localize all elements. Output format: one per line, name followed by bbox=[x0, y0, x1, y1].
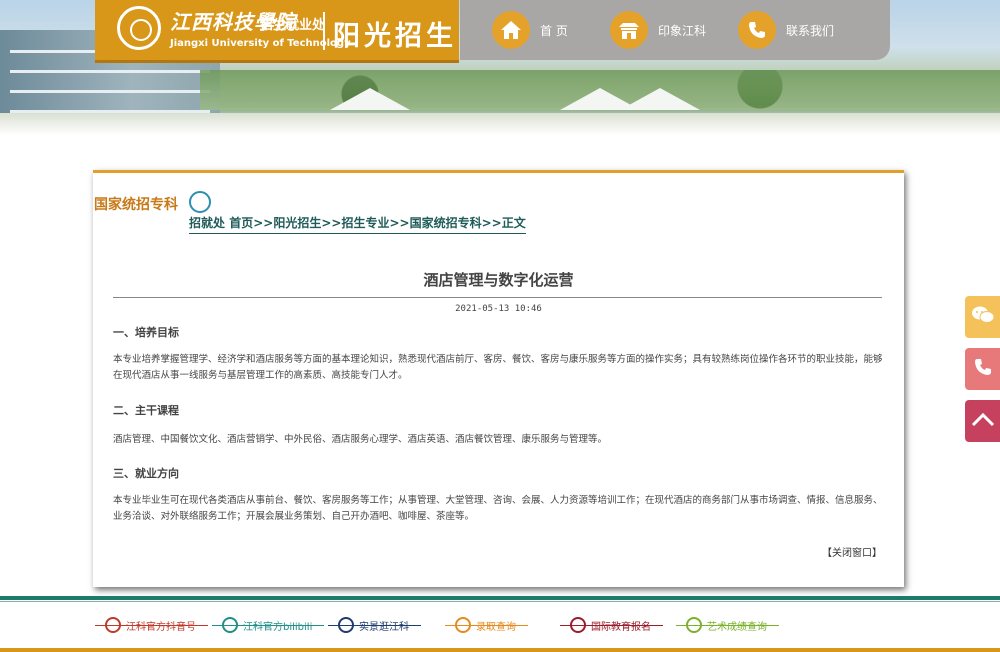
back-to-top-button[interactable] bbox=[965, 400, 1000, 442]
tent-canopy-image bbox=[330, 88, 410, 110]
building-icon bbox=[610, 11, 648, 49]
nav-impression-label: 印象江科 bbox=[658, 23, 707, 38]
nav-impression[interactable]: 印象江科 bbox=[610, 10, 706, 50]
footer-link-art-score[interactable]: 艺术成绩查询 bbox=[676, 614, 779, 636]
article-date: 2021-05-13 10:46 bbox=[455, 304, 542, 314]
nav-home[interactable]: 首 页 bbox=[492, 10, 568, 50]
school-emblem-icon bbox=[117, 6, 161, 50]
section-body: 酒店管理、中国餐饮文化、酒店营销学、中外民俗、酒店服务心理学、酒店英语、酒店餐饮… bbox=[113, 434, 608, 445]
home-icon bbox=[492, 11, 530, 49]
close-window-link[interactable]: 【关闭窗口】 bbox=[822, 544, 882, 559]
back-to-top-icon bbox=[971, 411, 995, 431]
breadcrumb-item[interactable]: 招生专业 bbox=[341, 216, 389, 230]
section-heading: 二、主干课程 bbox=[113, 404, 179, 417]
section-body: 本专业培养掌握管理学、经济学和酒店服务等方面的基本理论知识，熟悉现代酒店前厅、客… bbox=[113, 354, 883, 381]
article-panel: 国家统招专科 招就处 首页>>阳光招生>>招生专业>>国家统招专科>>正文 酒店… bbox=[93, 170, 904, 587]
breadcrumb-separator: >> bbox=[321, 216, 342, 230]
wechat-icon bbox=[971, 305, 995, 329]
section-heading: 一、培养目标 bbox=[113, 326, 179, 339]
article-title: 酒店管理与数字化运营 bbox=[423, 271, 574, 289]
site-logo[interactable]: 江西科技學院 招生就业处 Jiangxi University of Techn… bbox=[95, 0, 459, 63]
wechat-button[interactable] bbox=[965, 296, 1000, 338]
section-title: 国家统招专科 bbox=[94, 197, 178, 213]
dept-label: 招生就业处 bbox=[260, 18, 326, 33]
nav-contact-label: 联系我们 bbox=[786, 23, 835, 38]
section-body: 本专业毕业生可在现代各类酒店从事前台、餐饮、客房服务等工作；从事管理、大堂管理、… bbox=[113, 495, 883, 522]
footer-link-admission-query[interactable]: 录取查询 bbox=[445, 614, 528, 636]
section-emblem-icon bbox=[189, 191, 211, 213]
breadcrumb-item[interactable]: 阳光招生 bbox=[273, 216, 321, 230]
top-nav: 首 页 印象江科 联系我们 bbox=[460, 0, 890, 60]
breadcrumb-item[interactable]: 国家统招专科 bbox=[410, 216, 482, 230]
footer-link-tour[interactable]: 实景逛江科 bbox=[328, 614, 421, 636]
nav-contact[interactable]: 联系我们 bbox=[738, 10, 834, 50]
site-title: 阳光招生 bbox=[333, 21, 457, 52]
breadcrumb-item[interactable]: 招就处 bbox=[189, 216, 225, 230]
breadcrumb-item[interactable]: 首页 bbox=[229, 216, 253, 230]
phone-icon bbox=[973, 357, 993, 381]
footer-link-intl-education[interactable]: 国际教育报名 bbox=[560, 614, 663, 636]
phone-button[interactable] bbox=[965, 348, 1000, 390]
breadcrumb-separator: >> bbox=[253, 216, 274, 230]
breadcrumb: 招就处 首页>>阳光招生>>招生专业>>国家统招专科>>正文 bbox=[189, 214, 526, 234]
breadcrumb-separator: >> bbox=[481, 216, 502, 230]
breadcrumb-separator: >> bbox=[389, 216, 410, 230]
footer-link-douyin[interactable]: 江科官方抖音号 bbox=[95, 614, 208, 636]
tent-canopy-image bbox=[620, 88, 700, 110]
phone-icon bbox=[738, 11, 776, 49]
breadcrumb-item: 正文 bbox=[501, 216, 526, 230]
nav-home-label: 首 页 bbox=[540, 23, 568, 38]
title-divider bbox=[113, 297, 882, 298]
section-heading: 三、就业方向 bbox=[113, 467, 179, 480]
footer-link-bilibili[interactable]: 江科官方bilibili bbox=[212, 614, 325, 636]
